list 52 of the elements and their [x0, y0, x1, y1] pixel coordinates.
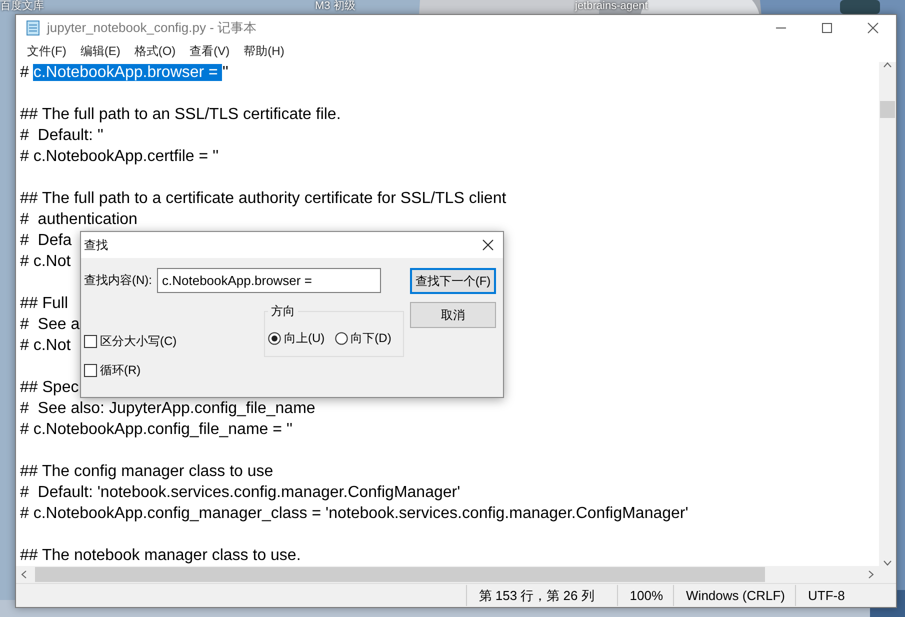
find-next-button[interactable]: 查找下一个(F)	[410, 268, 496, 294]
checkbox-label[interactable]: 区分大小写(C)	[100, 333, 177, 350]
radio-selected-icon[interactable]	[268, 332, 281, 345]
scrollbar-thumb[interactable]	[35, 567, 765, 582]
code-line: # Defa	[20, 232, 72, 249]
group-title: 方向	[270, 303, 296, 320]
maximize-icon	[821, 22, 833, 34]
selected-text: c.NotebookApp.browser =	[33, 64, 222, 81]
menu-item[interactable]: 编辑(E)	[73, 40, 128, 62]
menu-item[interactable]: 查看(V)	[182, 40, 237, 62]
menu-item[interactable]: 格式(O)	[127, 40, 183, 62]
status-item: 100%	[616, 585, 674, 606]
close-icon	[482, 239, 494, 251]
scrollbar-thumb[interactable]	[880, 100, 895, 118]
code-line: ## Spec	[20, 379, 79, 396]
checkbox[interactable]	[84, 364, 97, 377]
status-item: 第 153 行，第 26 列	[466, 585, 617, 606]
scroll-down-icon[interactable]	[883, 560, 892, 566]
code-line: # c.Not	[20, 253, 71, 270]
menu-item[interactable]: 文件(F)	[20, 40, 74, 62]
checkbox[interactable]	[84, 335, 97, 348]
code-line: ## The full path to an SSL/TLS certificate file.	[20, 106, 341, 123]
menu-item[interactable]: 帮助(H)	[236, 40, 292, 62]
status-item: UTF-8	[795, 585, 896, 606]
radio-label[interactable]: 向下(D)	[350, 330, 392, 347]
code-line: ## The notebook manager class to use.	[20, 547, 301, 564]
code-line: # c.Not	[20, 337, 71, 354]
radio-icon[interactable]	[334, 332, 348, 345]
cancel-button[interactable]: 取消	[410, 302, 496, 328]
radio-label[interactable]: 向上(U)	[284, 330, 325, 347]
code-line: ## The config manager class to use	[20, 463, 274, 480]
code-line: # See a	[20, 316, 80, 333]
scroll-up-icon[interactable]	[883, 62, 892, 68]
code-line: # c.NotebookApp.config_file_name = ''	[20, 421, 293, 438]
code-text: ''	[222, 64, 228, 81]
window-title: jupyter_notebook_config.py - 记事本	[47, 18, 258, 36]
close-icon	[867, 22, 879, 34]
code-line: # See also: JupyterApp.config_file_name	[20, 400, 316, 417]
code-line: # c.NotebookApp.certfile = ''	[20, 148, 219, 165]
field-label: 查找内容(N):	[84, 272, 152, 289]
code-text: #	[20, 64, 30, 81]
code-line: # authentication	[20, 211, 138, 228]
status-item: Windows (CRLF)	[673, 585, 795, 606]
notepad-icon	[25, 20, 41, 36]
code-line: ## The full path to a certificate authority certificate for SSL/TLS client	[20, 190, 506, 207]
code-line: # Default: ''	[20, 127, 104, 144]
find-input[interactable]: c.NotebookApp.browser =	[157, 268, 381, 293]
code-line: ## Full	[20, 295, 68, 312]
checkbox-label[interactable]: 循环(R)	[100, 362, 141, 379]
code-line: # Default: 'notebook.services.config.manager.ConfigManager'	[20, 484, 460, 501]
code-line: # c.NotebookApp.config_manager_class = 'notebook.services.config.manager.ConfigManager'	[20, 505, 688, 522]
dialog-title: 查找	[84, 236, 109, 254]
